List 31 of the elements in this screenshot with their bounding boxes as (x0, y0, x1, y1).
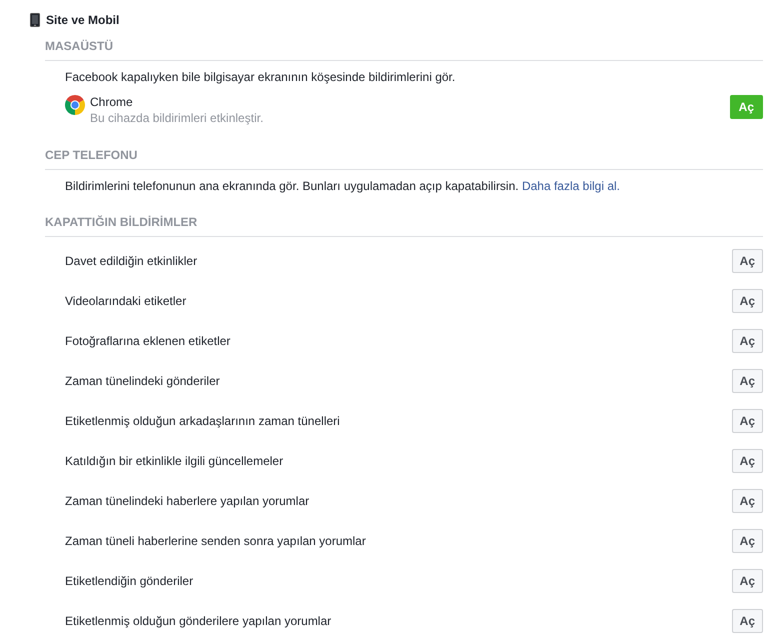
page-title: Site ve Mobil (46, 12, 120, 28)
enable-button[interactable]: Aç (732, 449, 763, 473)
enable-button[interactable]: Aç (732, 529, 763, 553)
desktop-description: Facebook kapalıyken bile bilgisayar ekranının köşesinde bildirimlerini gör. (65, 69, 456, 85)
section-heading: CEP TELEFONU (45, 147, 138, 163)
notification-label: Etiketlenmiş olduğun arkadaşlarının zaman tünelleri (65, 413, 340, 429)
notification-label: Katıldığın bir etkinlikle ilgili güncellemeler (65, 453, 284, 469)
enable-button[interactable]: Aç (732, 409, 763, 433)
notification-label: Etiketlenmiş olduğun gönderilere yapılan yorumlar (65, 613, 332, 629)
notification-label: Zaman tünelindeki haberlere yapılan yorumlar (65, 493, 310, 509)
section-heading: MASAÜSTÜ (45, 38, 114, 54)
notification-label: Zaman tünelindeki gönderiler (65, 373, 220, 389)
notification-label: Etiketlendiğin gönderiler (65, 573, 194, 589)
phone-icon (30, 13, 40, 27)
enable-button[interactable]: Aç (732, 329, 763, 353)
enable-button[interactable]: Aç (732, 249, 763, 273)
learn-more-link[interactable]: Daha fazla bilgi al. (522, 179, 620, 193)
notification-label: Videolarındaki etiketler (65, 293, 186, 309)
notification-label: Davet edildiğin etkinlikler (65, 253, 198, 269)
mobile-description: Bildirimlerini telefonunun ana ekranında gör. Bunları uygulamadan açıp kapatabilirsin. Daha fazla bilgi al. (65, 178, 622, 194)
notification-label: Zaman tüneli haberlerine senden sonra yapılan yorumlar (65, 533, 366, 549)
browser-name: Chrome (90, 94, 134, 110)
browser-subtitle: Bu cihazda bildirimleri etkinleştir. (90, 110, 264, 126)
chrome-logo-icon (65, 95, 85, 115)
enable-button[interactable]: Aç (732, 289, 763, 313)
enable-button[interactable]: Aç (732, 369, 763, 393)
notification-label: Fotoğraflarına eklenen etiketler (65, 333, 230, 349)
enable-button[interactable]: Aç (732, 569, 763, 593)
enable-button[interactable]: Aç (732, 609, 763, 633)
section-heading: KAPATTIĞIN BİLDİRİMLER (45, 214, 198, 230)
enable-button[interactable]: Aç (732, 489, 763, 513)
